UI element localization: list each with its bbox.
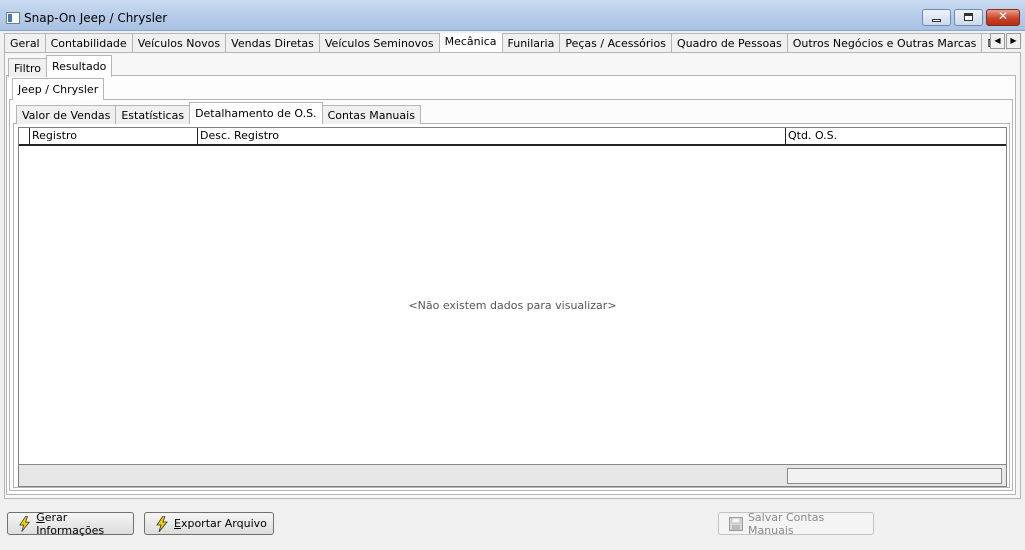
- maximize-button[interactable]: [954, 9, 983, 26]
- minimize-button[interactable]: [922, 9, 951, 26]
- column-header-desc-registro[interactable]: Desc. Registro: [197, 128, 787, 144]
- grid-footer: [19, 464, 1006, 486]
- tab-valor-de-vendas[interactable]: Valor de Vendas: [16, 105, 117, 124]
- gerar-informacoes-button[interactable]: Gerar Informações: [7, 510, 134, 537]
- main-tab-strip: Geral Contabilidade Veículos Novos Venda…: [4, 33, 990, 52]
- column-header-qtd-os[interactable]: Qtd. O.S.: [785, 128, 1006, 144]
- tab-scroll-right-button[interactable]: ▶: [1006, 33, 1021, 49]
- tab-jeep-chrysler[interactable]: Jeep / Chrysler: [12, 78, 105, 100]
- tab-funilaria[interactable]: Funilaria: [501, 33, 561, 52]
- salvar-contas-manuais-label: Salvar Contas Manuais: [747, 510, 825, 537]
- tab-filtro[interactable]: Filtro: [8, 58, 47, 77]
- tab-detalhamento-os[interactable]: Detalhamento de O.S.: [189, 102, 323, 124]
- tab-veiculos-seminovos[interactable]: Veículos Seminovos: [318, 33, 440, 52]
- tab-contabilidade[interactable]: Contabilidade: [44, 33, 133, 52]
- gerar-informacoes-label: Gerar Informações: [36, 510, 105, 537]
- lightning-icon: [19, 515, 31, 532]
- tab-geral[interactable]: Geral: [4, 33, 46, 52]
- footer-summary-cell: [787, 468, 1002, 484]
- tab-estatisticas[interactable]: Estatísticas: [115, 105, 191, 124]
- tab-outros-negocios[interactable]: Outros Negócios e Outras Marcas: [786, 33, 983, 52]
- empty-grid-message: <Não existem dados para visualizar>: [408, 299, 617, 312]
- exportar-arquivo-label: Exportar Arquivo: [174, 517, 267, 530]
- grid-header: Registro Desc. Registro Qtd. O.S.: [19, 128, 1006, 146]
- detail-tab-strip: Valor de Vendas Estatísticas Detalhament…: [16, 102, 421, 124]
- brand-tab-strip: Jeep / Chrysler: [12, 78, 105, 100]
- tab-despesas-gerais[interactable]: Despesas Gerais por D: [981, 33, 990, 52]
- tab-quadro-de-pessoas[interactable]: Quadro de Pessoas: [670, 33, 788, 52]
- tab-scroll-left-button[interactable]: ◀: [990, 33, 1005, 49]
- window-title: Snap-On Jeep / Chrysler: [24, 11, 168, 25]
- title-bar: Snap-On Jeep / Chrysler ✕: [0, 0, 1025, 31]
- tab-veiculos-novos[interactable]: Veículos Novos: [131, 33, 227, 52]
- sub-tab-strip: Filtro Resultado: [8, 55, 113, 77]
- arrow-right-icon: ▶: [1010, 36, 1017, 45]
- floppy-disk-icon: [729, 516, 743, 531]
- salvar-contas-manuais-button[interactable]: Salvar Contas Manuais: [718, 510, 874, 537]
- column-header-registro[interactable]: Registro: [29, 128, 199, 144]
- tab-mecanica[interactable]: Mecânica: [438, 33, 503, 52]
- tab-vendas-diretas[interactable]: Vendas Diretas: [225, 33, 320, 52]
- app-window-icon: [6, 12, 20, 24]
- tab-pecas-acessorios[interactable]: Peças / Acessórios: [559, 33, 672, 52]
- close-icon: ✕: [997, 9, 1009, 23]
- exportar-arquivo-button[interactable]: Exportar Arquivo: [144, 512, 274, 535]
- tab-contas-manuais[interactable]: Contas Manuais: [321, 105, 421, 124]
- tab-resultado[interactable]: Resultado: [45, 55, 113, 77]
- data-grid[interactable]: Registro Desc. Registro Qtd. O.S. <Não e…: [18, 127, 1007, 487]
- close-button[interactable]: ✕: [986, 9, 1020, 26]
- arrow-left-icon: ◀: [994, 36, 1001, 45]
- lightning-icon: [156, 515, 168, 532]
